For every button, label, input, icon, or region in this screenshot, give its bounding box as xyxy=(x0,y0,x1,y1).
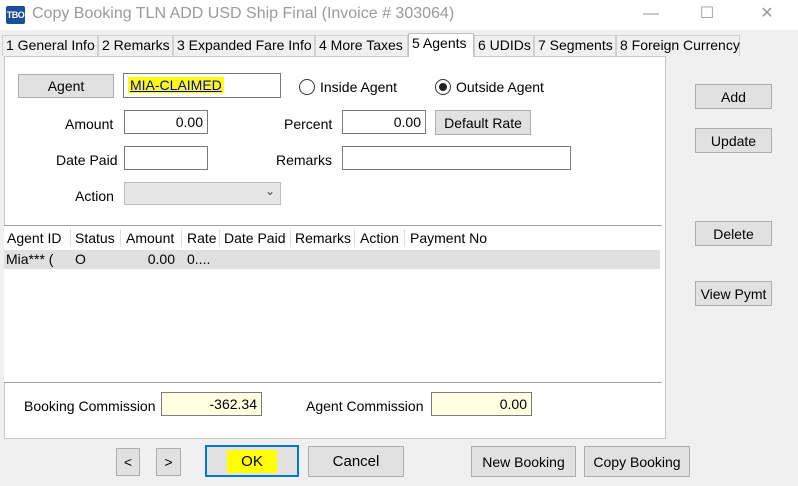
new-booking-button[interactable]: New Booking xyxy=(471,446,576,477)
column-header-agent-id[interactable]: Agent ID xyxy=(7,230,61,246)
amount-label: Amount xyxy=(65,116,114,132)
agent-commission-field: 0.00 xyxy=(431,392,532,416)
amount-field[interactable]: 0.00 xyxy=(124,110,208,134)
minimize-icon[interactable]: — xyxy=(636,2,666,28)
ok-button-label: OK xyxy=(227,449,277,473)
tab-agents[interactable]: 5 Agents xyxy=(408,33,474,57)
tab-udids[interactable]: 6 UDIDs xyxy=(474,35,534,56)
outside-agent-radio[interactable] xyxy=(435,79,451,95)
percent-label: Percent xyxy=(284,116,333,132)
chevron-down-icon: ⌄ xyxy=(264,184,275,198)
cell-agent-id: Mia*** ( xyxy=(6,251,54,267)
outside-agent-label: Outside Agent xyxy=(456,79,544,95)
column-header-rate[interactable]: Rate xyxy=(187,230,217,246)
date-paid-field[interactable] xyxy=(124,146,208,170)
column-header-status[interactable]: Status xyxy=(75,230,115,246)
next-button[interactable]: > xyxy=(156,448,181,476)
tab-strip: 1 General Info 2 Remarks 3 Expanded Fare… xyxy=(0,33,798,57)
tab-foreign-currency[interactable]: 8 Foreign Currency xyxy=(616,35,740,56)
agent-field[interactable]: MIA-CLAIMED xyxy=(123,73,281,98)
column-header-amount[interactable]: Amount xyxy=(126,230,174,246)
cell-rate: 0.... xyxy=(187,251,211,267)
tab-general-info[interactable]: 1 General Info xyxy=(2,35,98,56)
copy-booking-button[interactable]: Copy Booking xyxy=(584,446,690,477)
agent-field-value: MIA-CLAIMED xyxy=(128,77,224,93)
column-header-date-paid[interactable]: Date Paid xyxy=(224,230,285,246)
agent-button[interactable]: Agent xyxy=(18,74,114,98)
remarks-label: Remarks xyxy=(276,152,333,168)
previous-button[interactable]: < xyxy=(116,448,140,476)
update-button[interactable]: Update xyxy=(695,128,772,153)
action-select[interactable]: ⌄ xyxy=(124,182,281,205)
inside-agent-radio[interactable] xyxy=(299,79,315,95)
booking-commission-label: Booking Commission xyxy=(24,398,156,414)
agent-commission-label: Agent Commission xyxy=(306,398,424,414)
ok-button[interactable]: OK xyxy=(205,445,299,477)
default-rate-button[interactable]: Default Rate xyxy=(435,110,531,135)
view-payment-button[interactable]: View Pymt xyxy=(695,281,772,306)
app-icon: TBO xyxy=(6,6,25,24)
tab-expanded-fare-info[interactable]: 3 Expanded Fare Info xyxy=(173,35,315,56)
agents-table: Agent ID Status Amount Rate Date Paid Re… xyxy=(4,225,662,383)
date-paid-label: Date Paid xyxy=(56,152,118,168)
maximize-icon[interactable]: ☐ xyxy=(692,2,722,28)
remarks-field[interactable] xyxy=(342,146,571,170)
action-label: Action xyxy=(75,188,114,204)
tab-segments[interactable]: 7 Segments xyxy=(534,35,616,56)
tab-more-taxes[interactable]: 4 More Taxes xyxy=(315,35,408,56)
cell-amount: 0.00 xyxy=(147,251,175,267)
cancel-button[interactable]: Cancel xyxy=(308,446,404,477)
column-header-remarks[interactable]: Remarks xyxy=(295,230,351,246)
title-bar: TBO Copy Booking TLN ADD USD Ship Final … xyxy=(0,0,798,30)
close-icon[interactable]: ✕ xyxy=(752,2,782,28)
table-row[interactable]: Mia*** ( O 0.00 0.... xyxy=(4,250,660,269)
tab-remarks[interactable]: 2 Remarks xyxy=(98,35,173,56)
column-header-payment-no[interactable]: Payment No xyxy=(410,230,487,246)
booking-commission-field: -362.34 xyxy=(161,392,262,416)
cell-status: O xyxy=(75,251,86,267)
window-title: Copy Booking TLN ADD USD Ship Final (Inv… xyxy=(32,5,455,22)
delete-button[interactable]: Delete xyxy=(695,221,772,246)
inside-agent-label: Inside Agent xyxy=(320,79,398,95)
column-header-action[interactable]: Action xyxy=(360,230,399,246)
add-button[interactable]: Add xyxy=(695,84,772,109)
percent-field[interactable]: 0.00 xyxy=(342,110,426,134)
